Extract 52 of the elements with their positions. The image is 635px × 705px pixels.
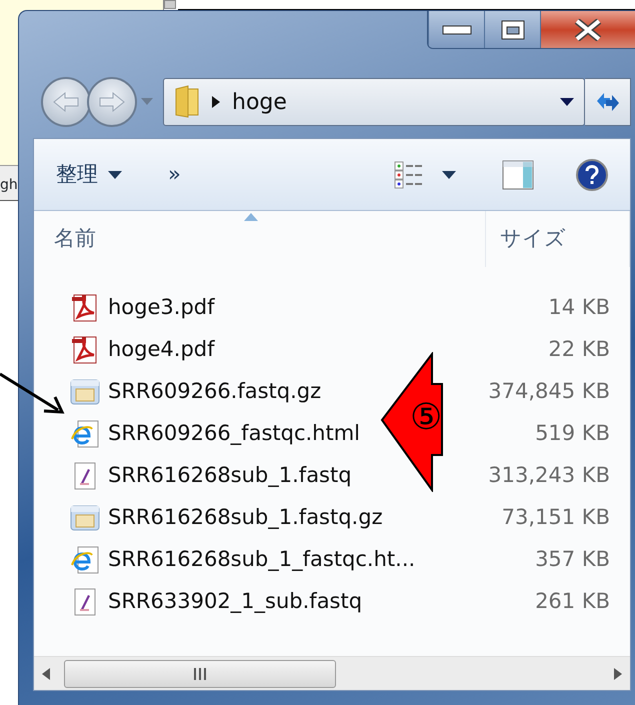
file-name: SRR609266.fastq.gz [108, 378, 322, 406]
caret-icon[interactable] [442, 170, 456, 178]
file-size: 519 KB [535, 420, 610, 448]
scroll-right-icon[interactable] [614, 668, 622, 680]
scroll-left-icon[interactable] [42, 668, 50, 680]
file-size: 22 KB [548, 336, 610, 364]
refresh-button[interactable] [585, 78, 631, 126]
column-header[interactable]: サイズ [500, 223, 566, 255]
column-header[interactable]: 名前 [54, 223, 96, 255]
more-button[interactable]: » [168, 158, 181, 190]
file-size: 357 KB [535, 546, 610, 574]
left-arrow-icon [52, 91, 80, 113]
dropdown-icon[interactable] [560, 98, 574, 106]
maximize-icon [500, 20, 524, 40]
grip-icon [193, 668, 207, 680]
close-button[interactable] [540, 11, 635, 48]
archive-file-icon [70, 377, 100, 407]
file-size: 261 KB [535, 588, 610, 616]
breadcrumb-item[interactable]: hoge [232, 86, 287, 118]
caret-icon [108, 170, 122, 178]
archive-file-icon [70, 503, 100, 533]
file-size: 73,151 KB [502, 504, 610, 532]
address-bar[interactable]: hoge [163, 78, 585, 126]
tab-label[interactable]: gh [0, 177, 18, 193]
file-size: 313,243 KB [488, 462, 610, 490]
file-size: 374,845 KB [488, 378, 610, 406]
horizontal-scrollbar[interactable] [34, 656, 630, 690]
file-name: SRR616268sub_1.fastq.gz [108, 504, 384, 532]
organize-button[interactable]: 整理 [56, 158, 122, 190]
file-size: 14 KB [548, 294, 610, 322]
file-name: SRR609266_fastqc.html [108, 420, 361, 448]
preview-pane-icon[interactable] [502, 160, 534, 190]
file-name: hoge4.pdf [108, 336, 216, 364]
file-name: SRR633902_1_sub.fastq [108, 588, 364, 616]
minimize-button[interactable] [428, 11, 484, 48]
minimize-icon [442, 24, 472, 36]
right-arrow-icon [98, 91, 126, 113]
folder-icon [174, 85, 200, 119]
maximize-button[interactable] [484, 11, 540, 48]
breadcrumb-arrow-icon[interactable] [212, 96, 220, 108]
scrollbar-thumb[interactable] [64, 660, 336, 688]
file-name: hoge3.pdf [108, 294, 216, 322]
web-page-file-icon [70, 419, 100, 449]
forward-button[interactable] [87, 77, 137, 127]
file-name: SRR616268sub_1.fastq [108, 462, 353, 490]
back-button[interactable] [41, 77, 91, 127]
web-page-file-icon [70, 545, 100, 575]
help-icon[interactable] [576, 158, 608, 190]
callout-number: ⑤ [410, 400, 442, 436]
view-list-icon[interactable] [394, 160, 424, 188]
close-icon [574, 19, 602, 41]
file-name: SRR616268sub_1_fastqc.ht... [108, 546, 416, 574]
